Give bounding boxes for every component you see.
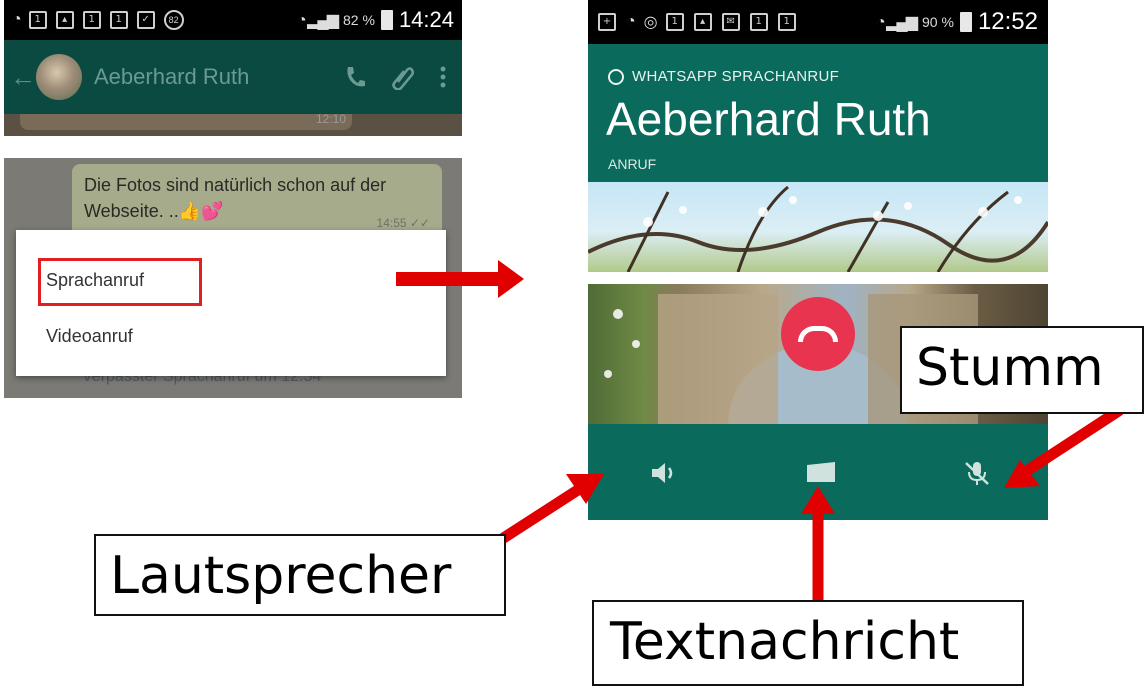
- avatar[interactable]: [36, 54, 82, 100]
- whatsapp-icon: [608, 68, 624, 85]
- call-screen: + ◔ ◎ 1 ▴ ✉ 1 1 ◔ ▂▄▆ 90 % 12:52 WHATSAP…: [588, 0, 1048, 520]
- attach-icon[interactable]: [392, 64, 414, 90]
- message-timestamp: 12:10: [315, 112, 346, 126]
- notification-icon: 1: [777, 13, 796, 31]
- signal-icon: ◔ ▂▄▆: [875, 14, 918, 31]
- notification-icon: 1: [665, 13, 684, 31]
- more-options-icon[interactable]: [440, 65, 446, 89]
- notification-icon: 1: [109, 11, 128, 29]
- text-message-annotation-label: Textnachricht: [592, 600, 1024, 686]
- photo-divider: [588, 272, 1048, 284]
- badge-icon: 82: [163, 10, 184, 30]
- microphone-mute-icon[interactable]: [960, 460, 994, 486]
- call-contact-name: Aeberhard Ruth: [606, 93, 931, 145]
- chat-header-screenshot: ◔ 1 ▴ 1 1 ✓ 82 ◔ ▂▄▆ 82 % 14:24 ← Aeberh…: [4, 0, 462, 136]
- chat-message-strip: 12:10: [4, 112, 462, 136]
- battery-percent: 90 %: [922, 14, 954, 30]
- contact-photo-top: [588, 182, 1048, 272]
- status-bar: + ◔ ◎ 1 ▴ ✉ 1 1 ◔ ▂▄▆ 90 % 12:52: [588, 0, 1048, 44]
- status-time: 12:52: [977, 8, 1038, 35]
- call-type-text: WHATSAPP SPRACHANRUF: [632, 68, 840, 85]
- menu-item-voice-call[interactable]: Sprachanruf: [46, 270, 144, 291]
- speaker-annotation-label: Lautsprecher: [94, 534, 506, 616]
- menu-item-video-call[interactable]: Videoanruf: [46, 326, 133, 347]
- message-notification-icon: ✉: [721, 13, 740, 31]
- arrow-shaft: [396, 272, 500, 286]
- wifi-icon: ◔: [12, 11, 22, 28]
- message-icon[interactable]: [804, 460, 838, 486]
- speaker-icon[interactable]: [650, 460, 684, 486]
- call-options-menu: Sprachanruf Videoanruf: [16, 230, 446, 376]
- status-bar: ◔ 1 ▴ 1 1 ✓ 82 ◔ ▂▄▆ 82 % 14:24: [4, 0, 462, 40]
- image-notification-icon: ▴: [55, 11, 74, 29]
- chat-app-bar: ← Aeberhard Ruth: [4, 40, 462, 114]
- battery-percent: 82 %: [343, 12, 375, 28]
- call-controls-bar: [588, 424, 1048, 520]
- battery-icon: [959, 12, 972, 32]
- call-type-label: WHATSAPP SPRACHANRUF: [608, 68, 839, 85]
- clipboard-icon: ✓: [136, 11, 155, 29]
- mute-annotation-label: Stumm: [900, 326, 1144, 414]
- end-call-button[interactable]: [781, 297, 855, 371]
- message-text: Die Fotos sind natürlich schon auf der W…: [84, 175, 387, 221]
- message-bubble: [20, 114, 352, 130]
- end-call-icon: [798, 326, 838, 342]
- signal-icon: ◔ ▂▄▆: [296, 12, 339, 29]
- wifi-icon: ◔: [626, 13, 636, 30]
- chat-contact-name[interactable]: Aeberhard Ruth: [94, 64, 249, 90]
- whatsapp-notification-icon: ◎: [643, 14, 658, 31]
- notification-icon: 1: [82, 11, 101, 29]
- call-header: WHATSAPP SPRACHANRUF Aeberhard Ruth ANRU…: [588, 44, 1048, 182]
- call-status: ANRUF: [608, 156, 657, 172]
- notification-icon: 1: [749, 13, 768, 31]
- phone-call-icon[interactable]: [344, 65, 366, 89]
- plus-notification-icon: +: [598, 13, 616, 31]
- notification-icon: 1: [28, 11, 47, 29]
- call-menu-screenshot: Die Fotos sind natürlich schon auf der W…: [4, 158, 462, 398]
- status-time: 14:24: [398, 7, 454, 32]
- back-arrow-icon[interactable]: ←: [10, 62, 36, 93]
- arrow-head: [498, 260, 524, 298]
- battery-icon: [380, 10, 393, 30]
- image-notification-icon: ▴: [693, 13, 712, 31]
